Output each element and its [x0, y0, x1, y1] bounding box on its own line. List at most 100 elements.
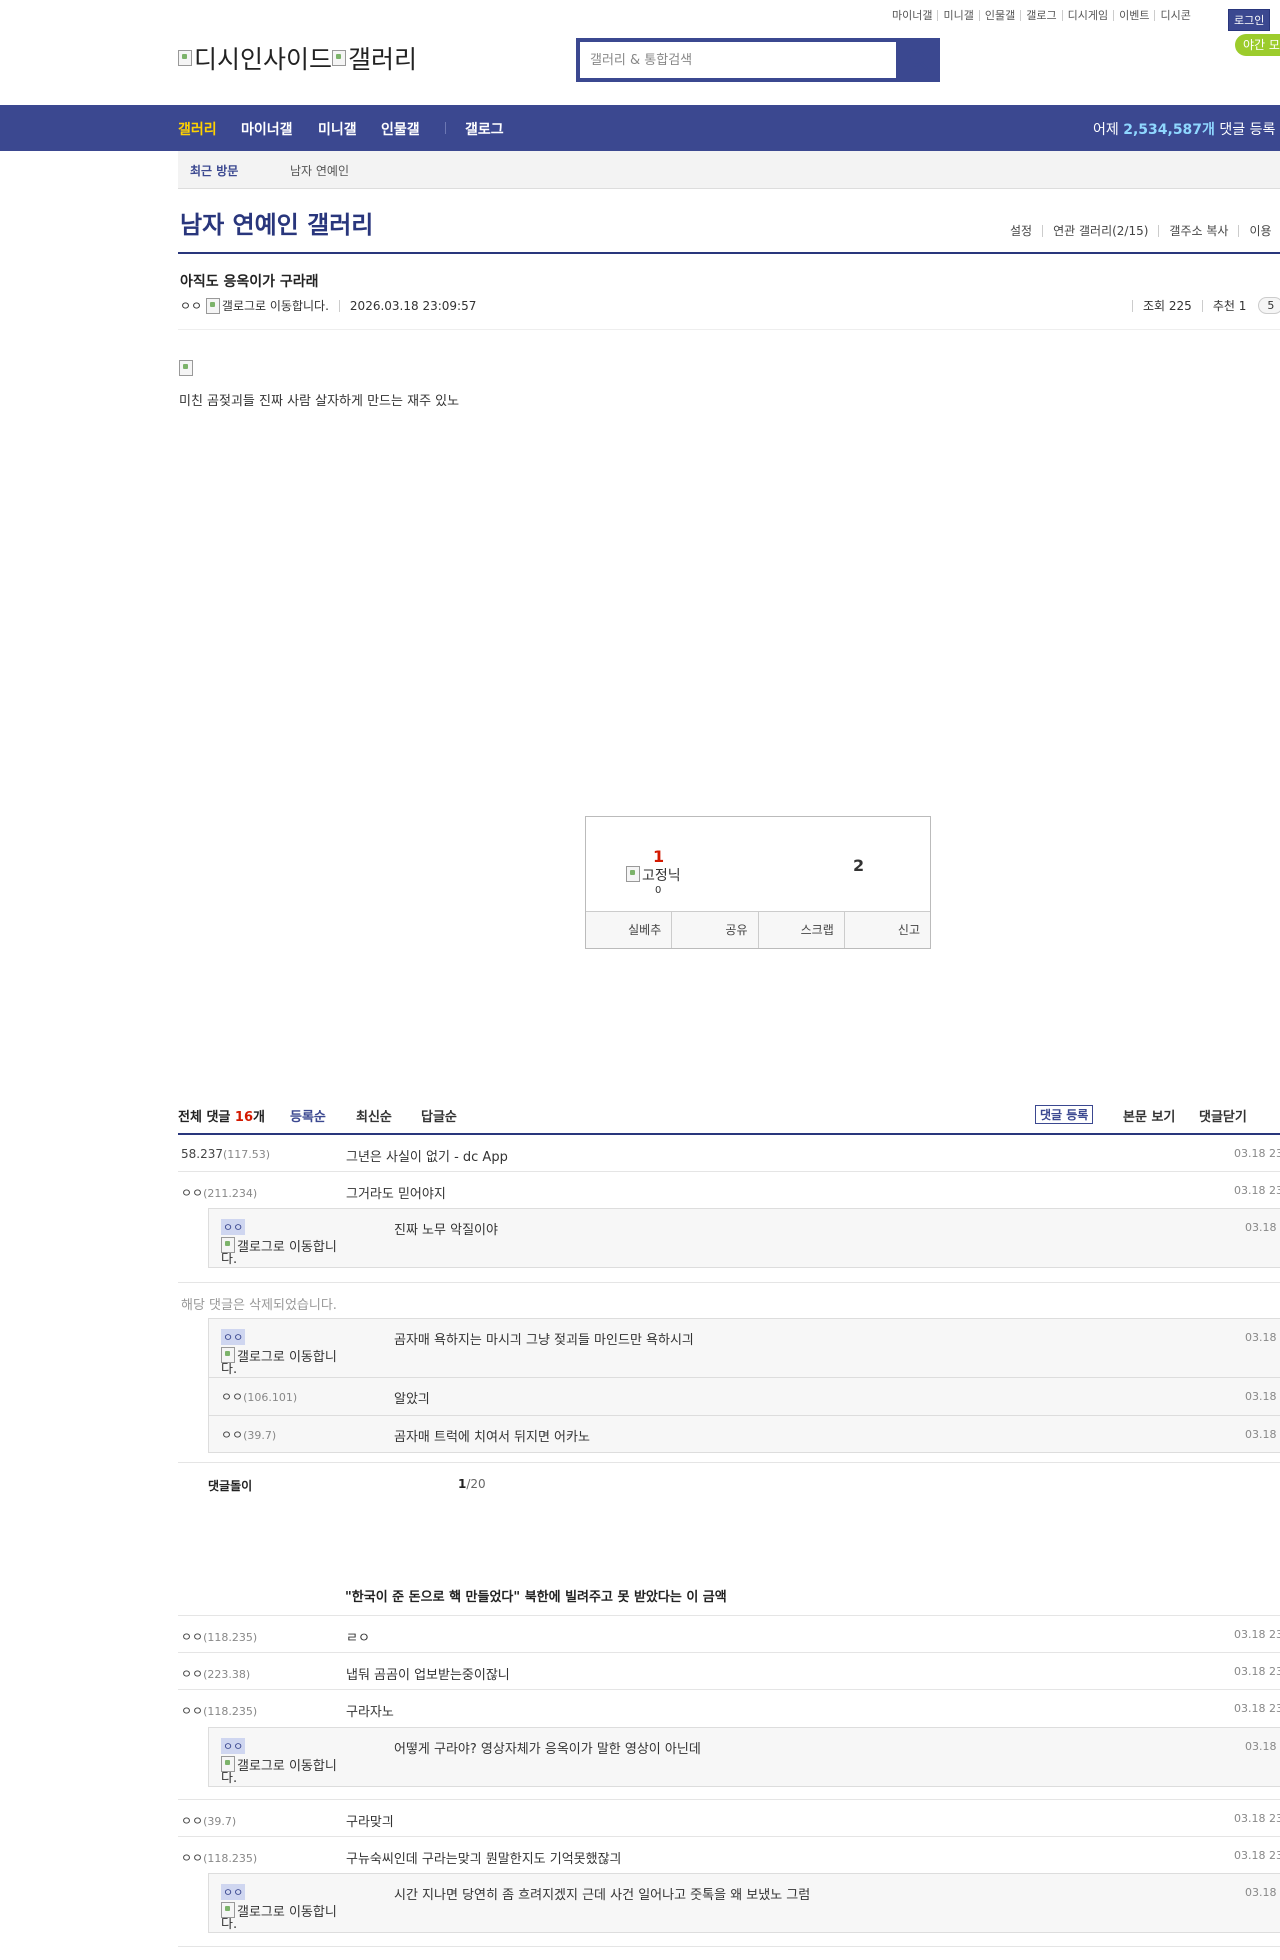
comment-count-pill[interactable]: 5 [1258, 297, 1280, 314]
reply-text: 진짜 노무 악질이야 [394, 1223, 498, 1238]
nav-minor-gallery[interactable]: 마이너갤 [241, 119, 293, 139]
post-title: 아직도 응옥이가 구라래 [180, 274, 319, 290]
link-gallog[interactable]: 갤로그 [1020, 10, 1061, 21]
search-button[interactable] [896, 38, 940, 82]
share-button[interactable]: 공유 [671, 912, 757, 948]
comment-text: 냅둬 곰곰이 업보받는중이잖니 [346, 1668, 510, 1683]
not-recommend-count[interactable]: 2 [853, 856, 864, 875]
search-input[interactable] [580, 42, 896, 78]
comment-date: 03.18 23 [1234, 1628, 1280, 1641]
comment-row: ㅇㅇ(118.235) ㄹㅇ 03.18 23 [178, 1616, 1280, 1653]
comment-text: 구라자노 [346, 1705, 394, 1720]
close-comments-button[interactable]: 댓글닫기 [1199, 1106, 1247, 1125]
broken-image-icon [332, 50, 347, 66]
link-minor-gallery[interactable]: 마이너갤 [892, 10, 937, 21]
reply-text: 어떻게 구라야? 영상자체가 응옥이가 말한 영상이 아닌데 [394, 1742, 701, 1757]
comment-nick[interactable]: ㅇㅇ(118.235) [181, 1702, 257, 1719]
comment-text: 그년은 사실이 없기 - dc App [346, 1150, 508, 1165]
login-button[interactable]: 로그인 [1228, 9, 1271, 31]
reply-box: ㅇㅇ 갤로그로 이동합니다. 시간 지나면 당연히 좀 흐려지겠지 근데 사건 일… [208, 1873, 1280, 1933]
scrap-button[interactable]: 스크랩 [757, 912, 844, 948]
related-gallery-link[interactable]: 연관 갤러리(2/15) [1042, 225, 1158, 237]
yesterday-comment-stats: 어제 2,534,587개 댓글 등록 [1093, 119, 1275, 139]
comment-register-button[interactable]: 댓글 등록 [1035, 1105, 1094, 1124]
sort-replies[interactable]: 답글순 [421, 1106, 457, 1125]
broken-image-icon [221, 1902, 235, 1918]
nav-mini-gallery[interactable]: 미니갤 [318, 119, 357, 139]
comment-date: 03.18 23 [1234, 1849, 1280, 1862]
reply-date: 03.18 : [1245, 1331, 1280, 1344]
reply-row: ㅇㅇ(39.7) 곰자매 트럭에 치여서 뒤지면 어카노 03.18 23:1 [209, 1416, 1280, 1453]
broken-image-icon [178, 50, 192, 66]
comment-nick[interactable]: ㅇㅇ(211.234) [181, 1184, 257, 1201]
copy-gallery-address-link[interactable]: 갤주소 복사 [1158, 225, 1238, 237]
main-nav: 갤러리 마이너갤 미니갤 인물갤 갤로그 어제 2,534,587개 댓글 등록 [0, 105, 1280, 151]
comment-date: 03.18 23 [1234, 1702, 1280, 1715]
link-person-gallery[interactable]: 인물갤 [978, 10, 1020, 21]
report-button[interactable]: 신고 [843, 912, 930, 948]
reply-row: ㅇㅇ 갤로그로 이동합니다. 시간 지나면 당연히 좀 흐려지겠지 근데 사건 일… [209, 1874, 1280, 1932]
comment-nick[interactable]: ㅇㅇ(118.235) [181, 1628, 257, 1645]
reply-row: ㅇㅇ 갤로그로 이동합니다. 곰자매 욕하지는 마시긔 그냥 젖괴들 마인드만 욕… [209, 1319, 1280, 1378]
logo-gallery: 갤러리 [348, 45, 418, 74]
reply-box: ㅇㅇ 갤로그로 이동합니다. 곰자매 욕하지는 마시긔 그냥 젖괴들 마인드만 욕… [208, 1318, 1280, 1453]
reply-box: ㅇㅇ 갤로그로 이동합니다. 어떻게 구라야? 영상자체가 응옥이가 말한 영상이… [208, 1727, 1280, 1787]
sort-registered[interactable]: 등록순 [290, 1106, 326, 1125]
promoted-headline[interactable]: "한국이 준 돈으로 핵 만들었다" 북한에 빌려주고 못 받았다는 이 금액 [345, 1586, 727, 1605]
link-dc-game[interactable]: 디시게임 [1061, 10, 1113, 21]
gallery-header-divider [178, 252, 1280, 254]
post-author[interactable]: ㅇㅇ [180, 297, 202, 314]
comment-date: 03.18 23 [1234, 1184, 1280, 1197]
post-views: 조회 225 [1143, 299, 1192, 313]
nav-person-gallery[interactable]: 인물갤 [381, 119, 420, 139]
reply-date: 03.18 2 [1245, 1740, 1280, 1753]
real-best-recommend-button[interactable]: 실베추 [586, 912, 671, 948]
gallery-settings-link[interactable]: 설정 [1000, 225, 1042, 237]
link-dccon[interactable]: 디시콘 [1154, 10, 1195, 21]
comment-total: 전체 댓글 16개 [178, 1110, 265, 1125]
recommend-count: 1 [653, 847, 665, 866]
comment-date: 03.18 23 [1234, 1812, 1280, 1825]
fixed-nick-recommend-button[interactable]: 고정닉 [626, 865, 681, 885]
usage-link[interactable]: 이용 [1238, 225, 1280, 237]
gallery-title[interactable]: 남자 연예인 갤러리 [180, 205, 373, 240]
reply-row: ㅇㅇ 갤로그로 이동합니다. 어떻게 구라야? 영상자체가 응옥이가 말한 영상이… [209, 1728, 1280, 1786]
gallog-link[interactable]: 갤로그로 이동합니다. [222, 297, 329, 314]
recent-visit-item[interactable]: 남자 연예인 [290, 162, 349, 179]
comment-nick[interactable]: 58.237(117.53) [181, 1147, 270, 1161]
site-logo[interactable]: 디시인사이드 갤러리 [178, 40, 417, 76]
stats-number: 2,534,587개 [1123, 122, 1215, 138]
comment-row: 58.237(117.53) 그년은 사실이 없기 - dc App 03.18… [178, 1135, 1280, 1172]
link-event[interactable]: 이벤트 [1113, 10, 1154, 21]
search-icon [907, 49, 928, 70]
reply-row: ㅇㅇ갤로그로 이동합니다. 진짜 노무 악질이야 03.18 2 [209, 1209, 1280, 1267]
comment-bot-label: 댓글돌이 [208, 1479, 253, 1493]
reply-nick[interactable]: ㅇㅇ 갤로그로 이동합니다. [221, 1219, 351, 1266]
reply-nick[interactable]: ㅇㅇ 갤로그로 이동합니다. [221, 1738, 351, 1785]
reply-nick[interactable]: ㅇㅇ(106.101) [221, 1388, 351, 1405]
reply-text: 시간 지나면 당연히 좀 흐려지겠지 근데 사건 일어나고 줏톡을 왜 보냈노 … [394, 1888, 811, 1903]
night-mode-toggle[interactable]: 야간 모 [1235, 34, 1280, 56]
reply-nick[interactable]: ㅇㅇ(39.7) [221, 1426, 351, 1443]
comment-nick[interactable]: ㅇㅇ(39.7) [181, 1812, 236, 1829]
reply-text: 곰자매 트럭에 치여서 뒤지면 어카노 [394, 1430, 590, 1445]
reply-nick[interactable]: ㅇㅇ 갤로그로 이동합니다. [221, 1884, 351, 1931]
post-body-text: 미친 곰젖괴들 진짜 사람 살자하게 만드는 재주 있노 [179, 394, 460, 409]
reply-date: 03.18 2 [1245, 1221, 1280, 1234]
sort-latest[interactable]: 최신순 [356, 1106, 392, 1125]
search-box [576, 38, 940, 82]
comment-row: ㅇㅇ(223.38) 냅둬 곰곰이 업보받는중이잖니 03.18 23 [178, 1653, 1280, 1690]
gallery-menu: 설정 연관 갤러리(2/15) 갤주소 복사 이용 [1000, 225, 1280, 237]
post-recommend: 추천 1 [1212, 299, 1247, 313]
post-date: 2026.03.18 23:09:57 [349, 298, 477, 313]
comment-nick[interactable]: ㅇㅇ(223.38) [181, 1665, 250, 1682]
recent-visit-label: 최근 방문 [190, 164, 239, 178]
comment-bot-page[interactable]: 1/20 [458, 1477, 486, 1491]
view-body-button[interactable]: 본문 보기 [1123, 1106, 1175, 1125]
nav-gallog[interactable]: 갤로그 [465, 119, 504, 139]
reply-nick[interactable]: ㅇㅇ 갤로그로 이동합니다. [221, 1329, 351, 1376]
fixed-nick-count: 0 [655, 885, 662, 896]
comment-nick[interactable]: ㅇㅇ(118.235) [181, 1849, 257, 1866]
link-mini-gallery[interactable]: 미니갤 [937, 10, 978, 21]
nav-gallery[interactable]: 갤러리 [178, 119, 217, 139]
